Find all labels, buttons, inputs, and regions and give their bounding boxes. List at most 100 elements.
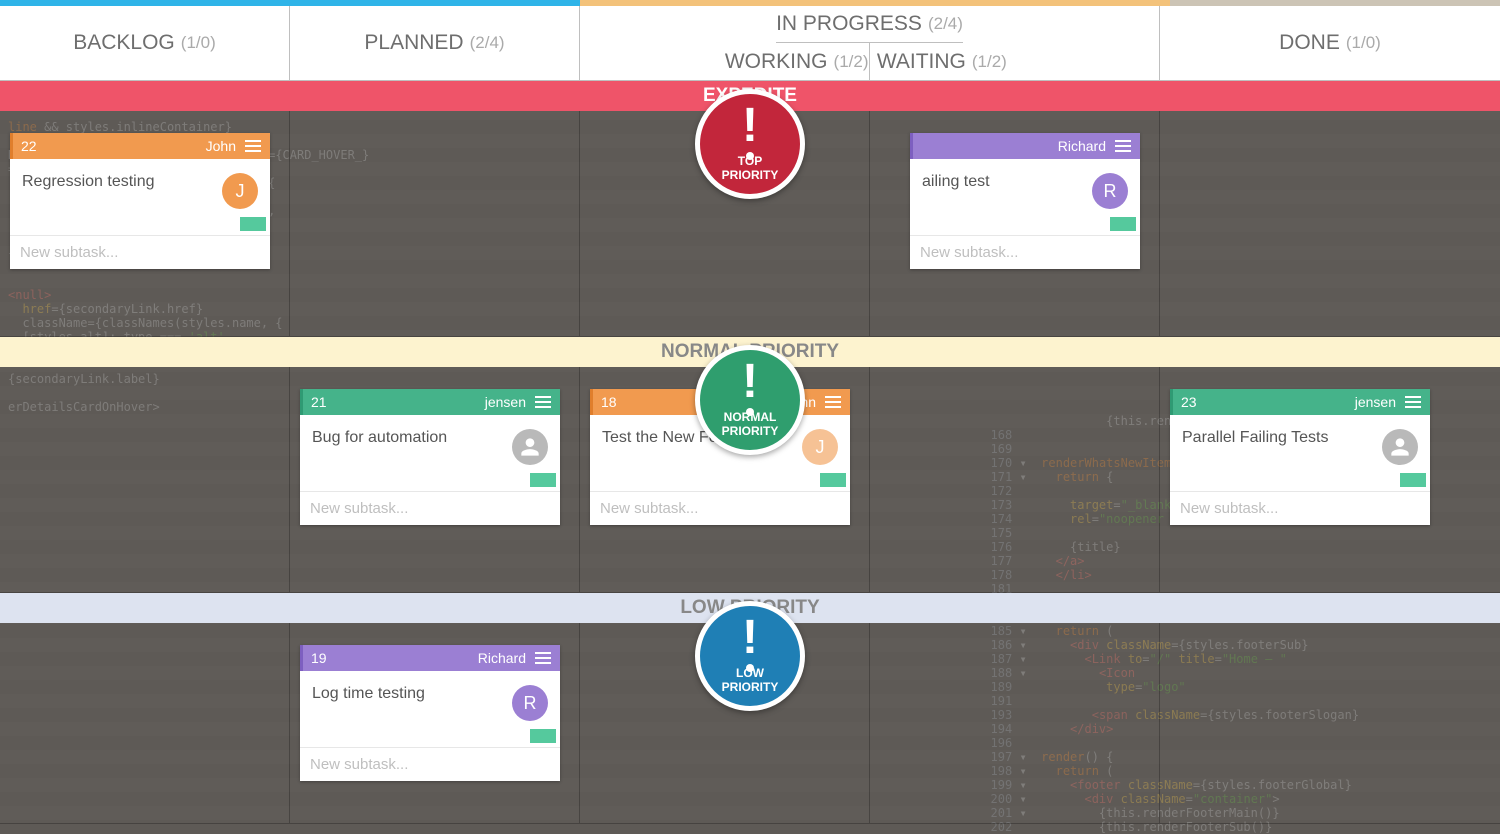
task-card[interactable]: 23 jensen Parallel Failing Tests New sub… [1170,389,1430,525]
card-assignee: Richard [921,138,1112,154]
card-assignee: John [37,138,242,154]
new-subtask-input[interactable]: New subtask... [10,235,270,269]
priority-badge-normal: ! NORMAL PRIORITY [695,345,805,455]
card-tagbar [590,473,850,491]
card-header[interactable]: Richard [910,133,1140,159]
col-count: (1/2) [972,52,1007,72]
task-card[interactable]: 19 Richard Log time testing R New subtas… [300,645,560,781]
tag-chip[interactable] [530,729,556,743]
card-header[interactable]: 21 jensen [300,389,560,415]
slot-waiting-expedite[interactable]: Richard ailing test R New subtask... [870,111,1160,336]
avatar [1382,429,1418,465]
slot-backlog-normal[interactable] [0,367,290,592]
slot-backlog-low[interactable] [0,623,290,823]
new-subtask-input[interactable]: New subtask... [590,491,850,525]
tag-chip[interactable] [820,473,846,487]
new-subtask-input[interactable]: New subtask... [300,747,560,781]
slot-waiting-low[interactable] [870,623,1160,823]
card-title: Parallel Failing Tests [1182,429,1374,447]
card-number: 23 [1181,394,1197,410]
person-icon [517,434,543,460]
col-label: WORKING [725,50,828,74]
badge-line2: PRIORITY [722,424,779,438]
col-label: IN PROGRESS [776,12,922,36]
priority-badge-top: ! TOP PRIORITY [695,89,805,199]
exclamation-icon: ! [742,102,758,150]
tag-chip[interactable] [240,217,266,231]
column-headers: BACKLOG (1/0) PLANNED (2/4) IN PROGRESS … [0,6,1500,81]
col-waiting[interactable]: WAITING (1/2) [870,43,1015,80]
priority-badge-low: ! LOW PRIORITY [695,601,805,711]
kanban-board: EXPEDITE ! TOP PRIORITY 22 John Regressi… [0,81,1500,834]
hamburger-icon[interactable] [532,396,554,408]
task-card[interactable]: Richard ailing test R New subtask... [910,133,1140,269]
card-number: 18 [601,394,617,410]
lane-low: LOW PRIORITY ! LOW PRIORITY 19 Richard L… [0,593,1500,824]
slot-backlog-expedite[interactable]: 22 John Regression testing J New subtask… [0,111,290,336]
card-number: 19 [311,650,327,666]
card-title: Regression testing [22,173,214,191]
lane-expedite: EXPEDITE ! TOP PRIORITY 22 John Regressi… [0,81,1500,337]
avatar: R [512,685,548,721]
col-planned[interactable]: PLANNED (2/4) [290,6,580,80]
new-subtask-input[interactable]: New subtask... [300,491,560,525]
card-header[interactable]: 19 Richard [300,645,560,671]
slot-done-low[interactable] [1160,623,1500,823]
card-number: 22 [21,138,37,154]
hamburger-icon[interactable] [532,652,554,664]
exclamation-icon: ! [742,614,758,662]
card-assignee: jensen [1197,394,1402,410]
card-number: 21 [311,394,327,410]
person-icon [1387,434,1413,460]
card-tagbar [1170,473,1430,491]
slot-done-normal[interactable]: 23 jensen Parallel Failing Tests New sub… [1160,367,1500,592]
col-done[interactable]: DONE (1/0) [1160,6,1500,80]
avatar: J [222,173,258,209]
avatar [512,429,548,465]
slot-planned-normal[interactable]: 21 jensen Bug for automation New subtask… [290,367,580,592]
card-tagbar [910,217,1140,235]
col-count: (1/0) [1346,33,1381,53]
col-count: (2/4) [470,33,505,53]
card-header[interactable]: 23 jensen [1170,389,1430,415]
card-assignee: jensen [327,394,532,410]
slot-planned-low[interactable]: 19 Richard Log time testing R New subtas… [290,623,580,823]
col-backlog[interactable]: BACKLOG (1/0) [0,6,290,80]
card-title: ailing test [922,173,1084,191]
card-assignee: Richard [327,650,532,666]
card-title: Log time testing [312,685,504,703]
avatar: J [802,429,838,465]
slot-done-expedite[interactable] [1160,111,1500,336]
badge-line2: PRIORITY [722,168,779,182]
slot-waiting-normal[interactable] [870,367,1160,592]
task-card[interactable]: 21 jensen Bug for automation New subtask… [300,389,560,525]
col-working[interactable]: WORKING (1/2) [725,43,870,80]
task-card[interactable]: 22 John Regression testing J New subtask… [10,133,270,269]
hamburger-icon[interactable] [242,140,264,152]
slot-planned-expedite[interactable] [290,111,580,336]
col-count: (2/4) [928,14,963,34]
col-count: (1/2) [834,52,869,72]
new-subtask-input[interactable]: New subtask... [1170,491,1430,525]
card-tagbar [10,217,270,235]
card-tagbar [300,729,560,747]
tag-chip[interactable] [530,473,556,487]
col-label: BACKLOG [73,31,175,55]
col-label: WAITING [877,50,966,74]
badge-line2: PRIORITY [722,680,779,694]
card-tagbar [300,473,560,491]
exclamation-icon: ! [742,358,758,406]
hamburger-icon[interactable] [822,396,844,408]
hamburger-icon[interactable] [1402,396,1424,408]
new-subtask-input[interactable]: New subtask... [910,235,1140,269]
col-count: (1/0) [181,33,216,53]
hamburger-icon[interactable] [1112,140,1134,152]
tag-chip[interactable] [1400,473,1426,487]
lane-normal: NORMAL PRIORITY ! NORMAL PRIORITY 21 jen… [0,337,1500,593]
tag-chip[interactable] [1110,217,1136,231]
card-header[interactable]: 22 John [10,133,270,159]
card-title: Bug for automation [312,429,504,447]
avatar: R [1092,173,1128,209]
col-label: PLANNED [364,31,463,55]
col-inprogress-header[interactable]: IN PROGRESS (2/4) [776,6,963,43]
